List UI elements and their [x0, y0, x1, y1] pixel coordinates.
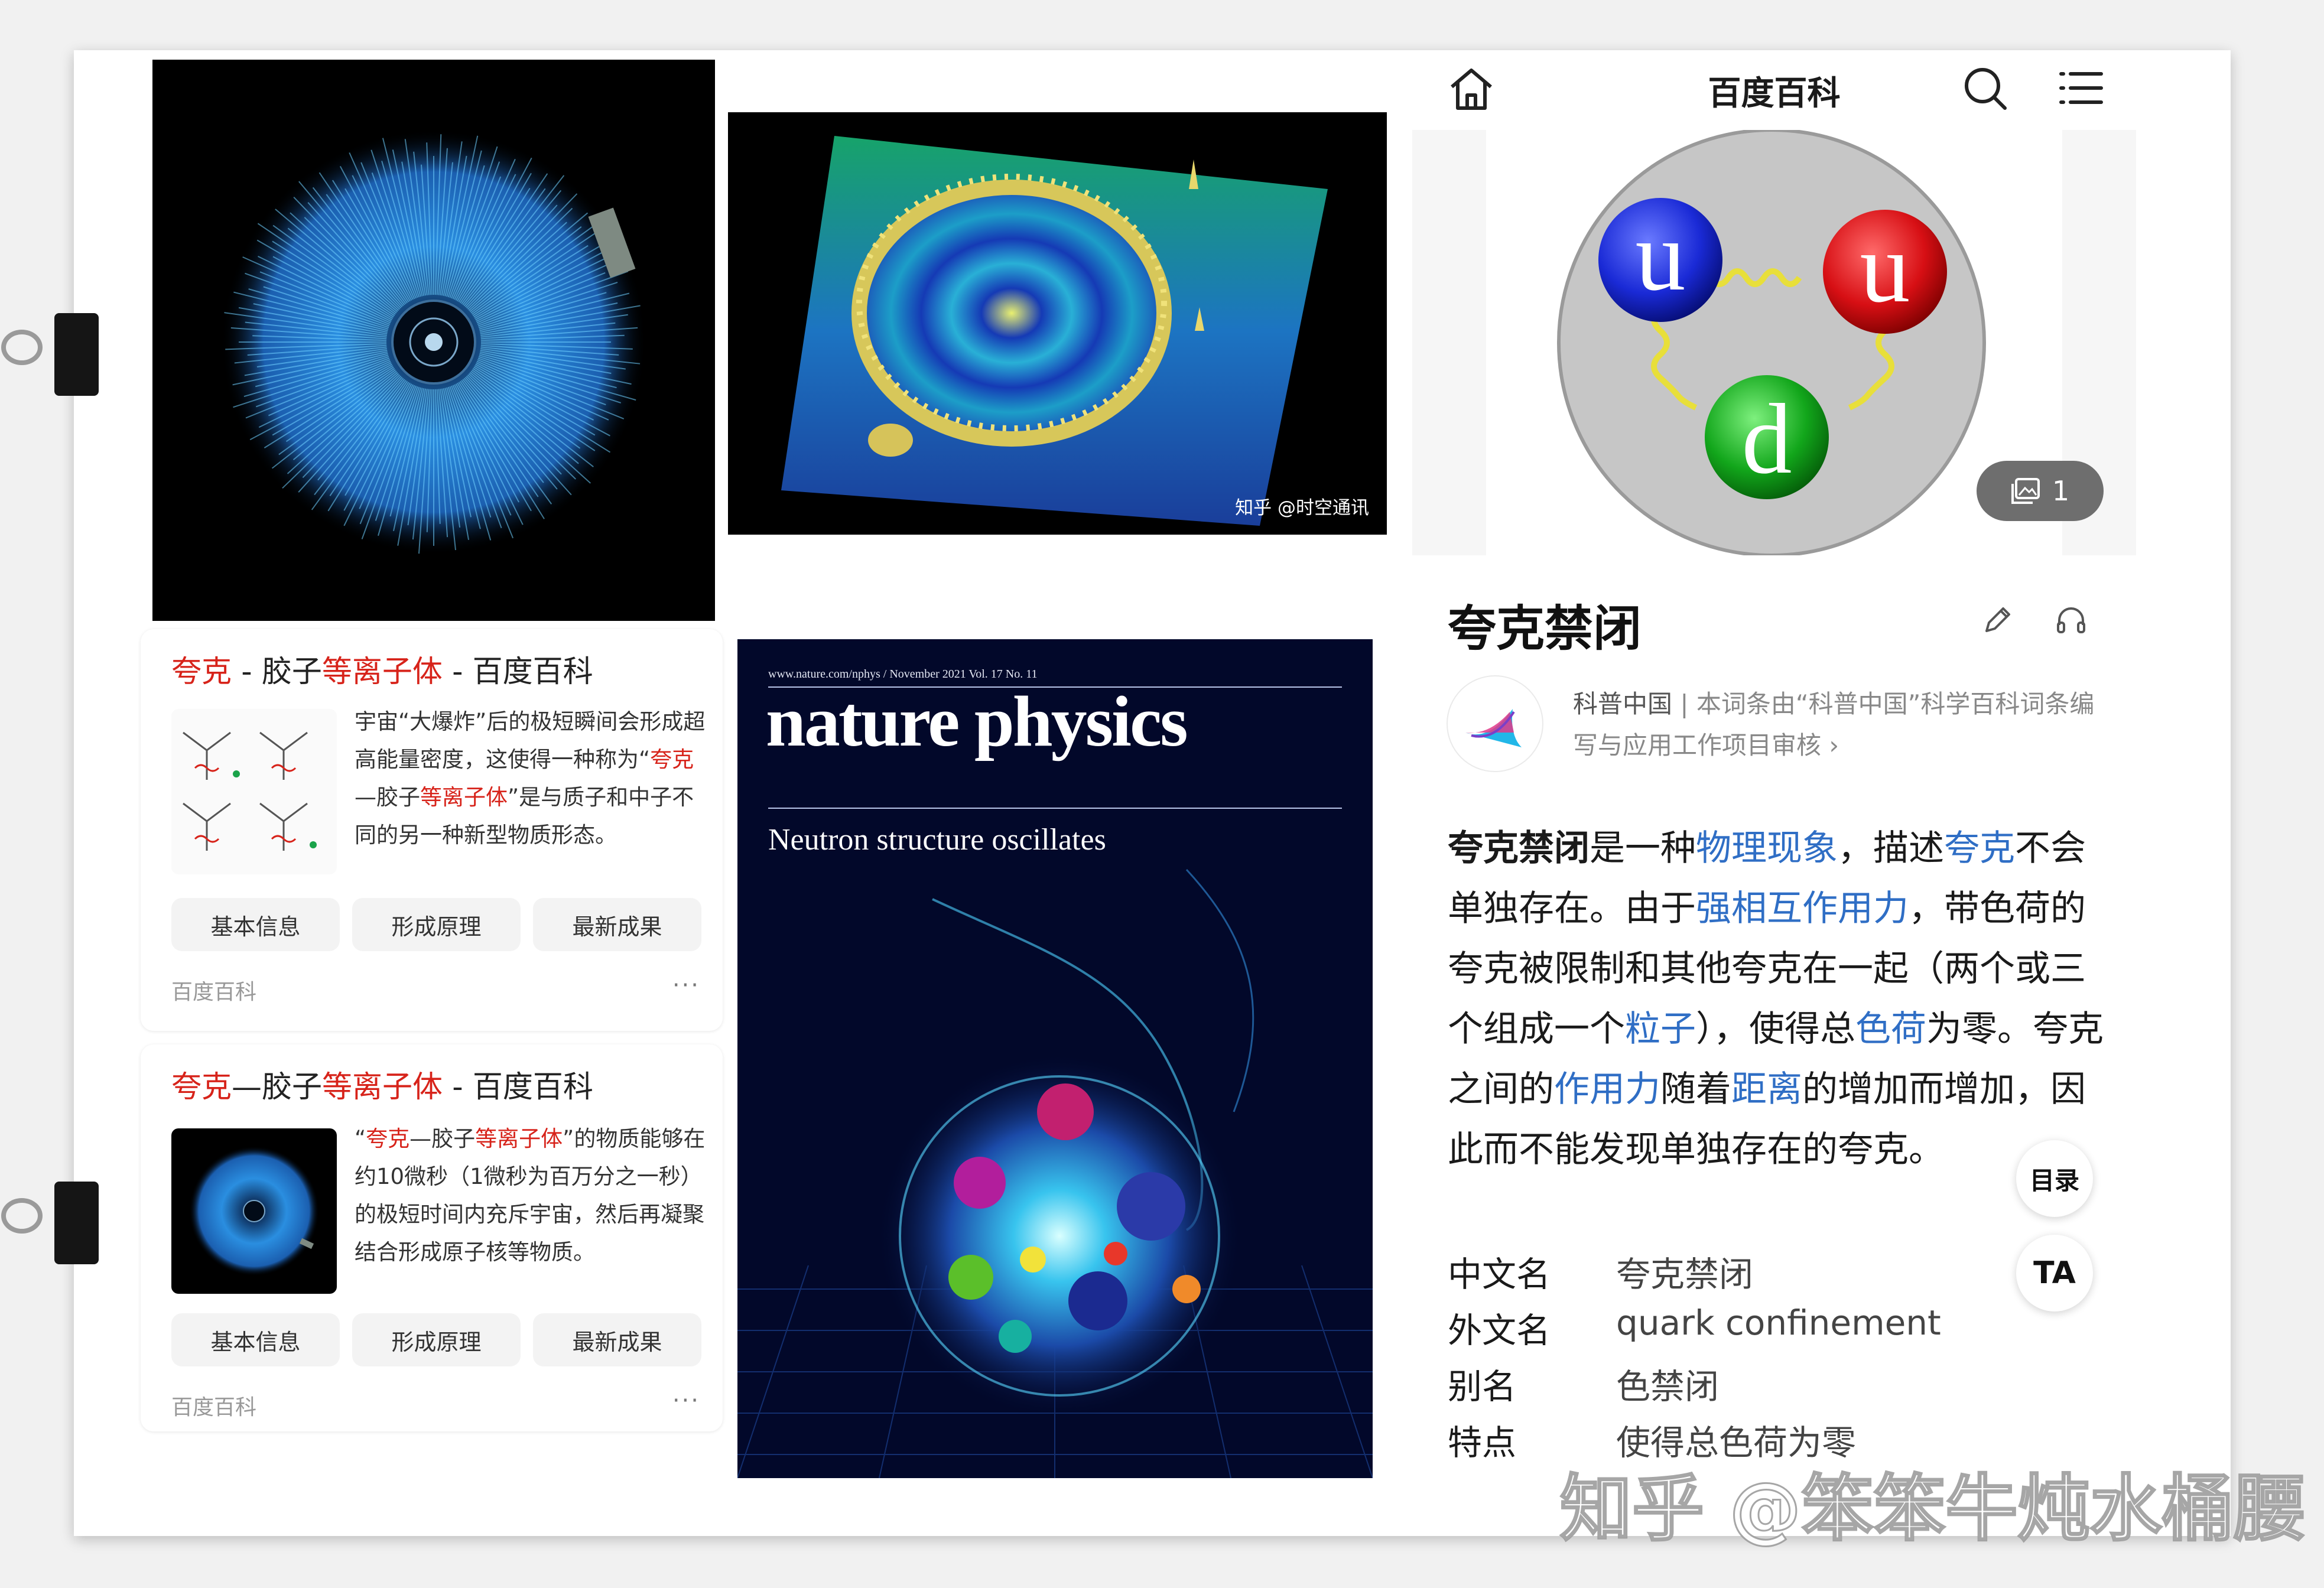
card-summary: 宇宙“大爆炸”后的极短瞬间会形成超高能量密度，这使得一种称为“夸克—胶子等离子体… [355, 709, 706, 848]
card-source: 百度百科 [171, 1395, 257, 1420]
gallery-badge[interactable]: 1 [1977, 461, 2104, 521]
latest-results-button[interactable]: 最新成果 [533, 1313, 701, 1366]
formation-principle-button[interactable]: 形成原理 [352, 1313, 521, 1366]
search-icon[interactable] [1959, 62, 2012, 115]
top-nav-bar: 百度百科 [1412, 50, 2136, 130]
edit-icon[interactable] [1980, 603, 2015, 638]
card-summary: “夸克—胶子等离子体”的物质能够在约10微秒（1微秒为百万分之一秒）的极短时间内… [355, 1126, 706, 1265]
feynman-diagram-thumbnail[interactable] [171, 709, 337, 874]
card-title[interactable]: 夸克—胶子等离子体 - 百度百科 [171, 1062, 593, 1106]
site-brand: 百度百科 [1708, 74, 1841, 113]
card-source: 百度百科 [171, 980, 257, 1004]
article-title: 夸克禁闭 [1448, 601, 1642, 657]
basic-info-button[interactable]: 基本信息 [171, 1313, 340, 1366]
gallery-icon [2011, 478, 2040, 504]
proton-quark-image[interactable]: u u d 1 [1412, 130, 2136, 555]
baike-article-panel: 百度百科 u u d 1 夸克禁闭 科普中国 | 本词条由“科普中国”科学百科词… [1412, 50, 2136, 1480]
ta-button[interactable]: TA [2016, 1235, 2093, 1312]
cover-headline: Neutron structure oscillates [768, 823, 1106, 857]
quark-label-u2: u [1860, 212, 1910, 323]
cover-rule [768, 808, 1342, 809]
info-value-chinese-name: 夸克禁闭 [1616, 1254, 1754, 1294]
latest-results-button[interactable]: 最新成果 [533, 898, 701, 951]
more-icon[interactable]: ··· [672, 972, 700, 999]
nature-physics-cover[interactable]: www.nature.com/nphys / November 2021 Vol… [737, 639, 1373, 1478]
cover-issue-line: www.nature.com/nphys / November 2021 Vol… [768, 668, 1038, 681]
basic-info-button[interactable]: 基本信息 [171, 898, 340, 951]
gallery-count: 1 [2052, 475, 2070, 507]
more-icon[interactable]: ··· [672, 1387, 700, 1414]
journal-title: nature physics [766, 682, 1188, 762]
menu-icon[interactable] [2056, 63, 2107, 113]
toc-button[interactable]: 目录 [2016, 1140, 2093, 1217]
kepu-china-logo[interactable] [1448, 676, 1542, 771]
quantum-corral-image[interactable]: 知乎 @时空通讯 [728, 112, 1387, 535]
particle-burst-image[interactable] [152, 60, 715, 621]
search-result-card-1[interactable]: 夸克 - 胶子等离子体 - 百度百科 宇宙“大爆炸”后的极短瞬间会形成超高能量密… [141, 629, 723, 1031]
quark-label-d: d [1742, 383, 1792, 494]
info-value-foreign-name: quark confinement [1616, 1303, 1941, 1343]
particle-burst-thumbnail[interactable] [171, 1128, 337, 1294]
review-credit[interactable]: 科普中国 | 本词条由“科普中国”科学百科词条编写与应用工作项目审核 › [1573, 684, 2105, 766]
formation-principle-button[interactable]: 形成原理 [352, 898, 521, 951]
zhihu-watermark: 知乎 @笨笨牛炖水桶腰 [1559, 1466, 2306, 1552]
image-caption: 知乎 @时空通讯 [1235, 497, 1369, 519]
info-key-feature: 特点 [1448, 1423, 1517, 1463]
info-key-foreign-name: 外文名 [1448, 1310, 1551, 1351]
card-title[interactable]: 夸克 - 胶子等离子体 - 百度百科 [171, 647, 593, 691]
headphones-icon[interactable] [2053, 603, 2089, 638]
article-summary: 夸克禁闭是一种物理现象，描述夸克不会单独存在。由于强相互作用力，带色荷的夸克被限… [1448, 828, 2104, 1170]
info-key-chinese-name: 中文名 [1448, 1254, 1551, 1294]
search-result-card-2[interactable]: 夸克—胶子等离子体 - 百度百科 “夸克—胶子等离子体”的物质能够在约10微秒（… [141, 1044, 723, 1431]
info-key-alias: 别名 [1448, 1366, 1517, 1407]
credit-org: 科普中国 [1573, 689, 1673, 718]
info-value-alias: 色禁闭 [1616, 1366, 1720, 1407]
quark-label-u1: u [1636, 200, 1686, 311]
